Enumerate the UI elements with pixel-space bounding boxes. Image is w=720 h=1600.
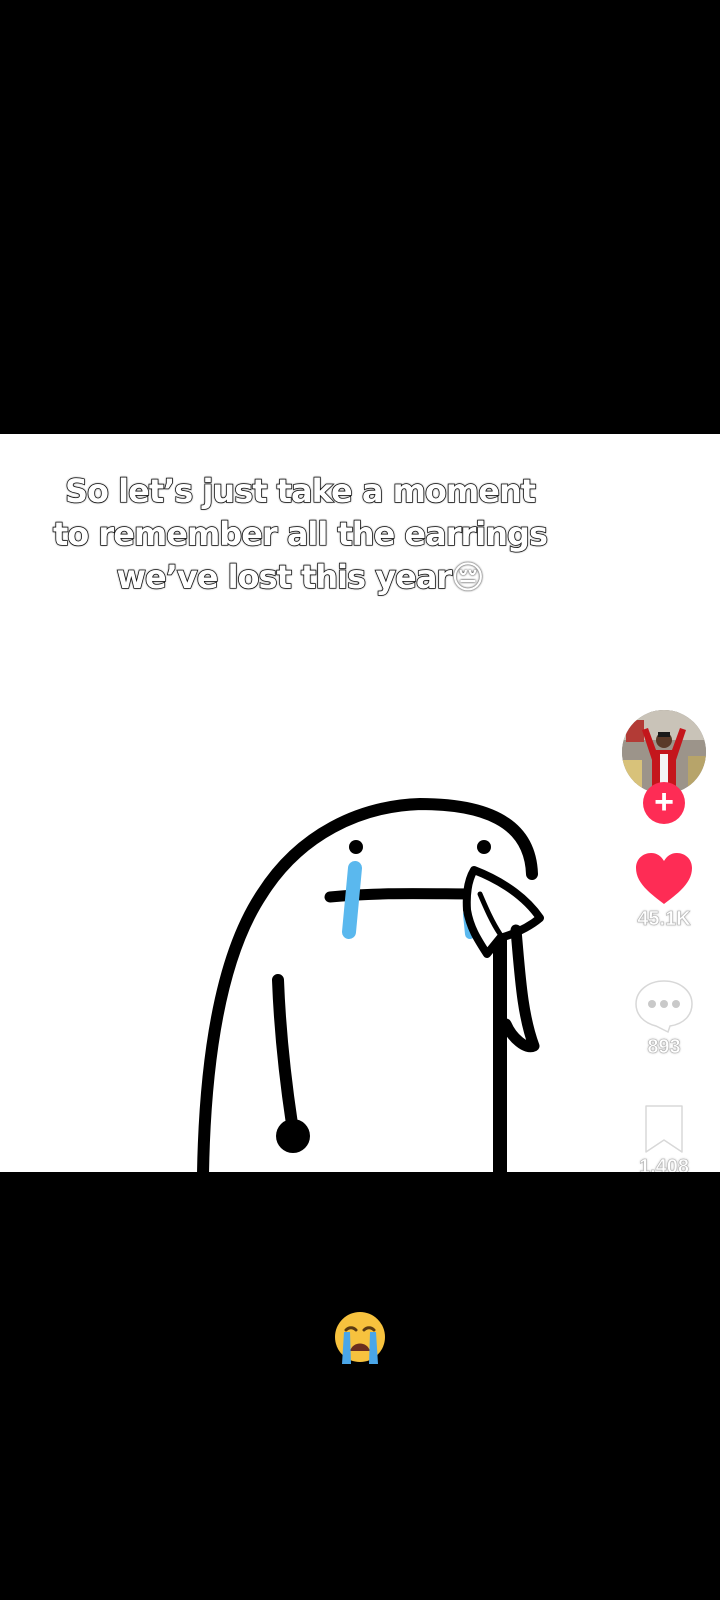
- caption-line-2: to remember all the earrings: [52, 514, 548, 554]
- comment-bubble-icon: [635, 980, 693, 1034]
- creator-avatar-group: +: [620, 710, 708, 824]
- action-rail: + 45.1K 893 1,408: [608, 700, 720, 1180]
- follow-button[interactable]: +: [643, 782, 685, 824]
- heart-icon: [636, 853, 692, 904]
- left-eye: [349, 840, 363, 854]
- comment-count: 893: [647, 1036, 681, 1059]
- right-eye: [477, 840, 491, 854]
- bookmark-icon: [645, 1105, 683, 1153]
- like-count: 45.1K: [637, 908, 691, 931]
- pensive-emoji: 😔: [451, 558, 484, 596]
- right-arm: [500, 924, 540, 1053]
- caption-line-1: So let’s just take a moment: [64, 471, 537, 511]
- left-tear: [342, 861, 362, 939]
- screen: So let’s just take a moment to remember …: [0, 0, 720, 1600]
- crying-face-icon: [335, 1312, 385, 1364]
- blob-body-outline: [197, 797, 538, 1172]
- left-arm: [272, 974, 298, 1130]
- left-hand: [276, 1119, 310, 1153]
- caption-line-3: we’ve lost this year😔: [40, 556, 560, 599]
- save-count: 1,408: [638, 1156, 690, 1172]
- loudly-crying-emoji: 😭: [0, 1310, 720, 1364]
- comment-button[interactable]: 893: [608, 978, 720, 1059]
- save-button[interactable]: 1,408: [608, 1104, 720, 1172]
- like-button[interactable]: 45.1K: [608, 852, 720, 931]
- caption-line-3-text: we’ve lost this year: [116, 557, 453, 597]
- video-caption: So let’s just take a moment to remember …: [40, 470, 560, 599]
